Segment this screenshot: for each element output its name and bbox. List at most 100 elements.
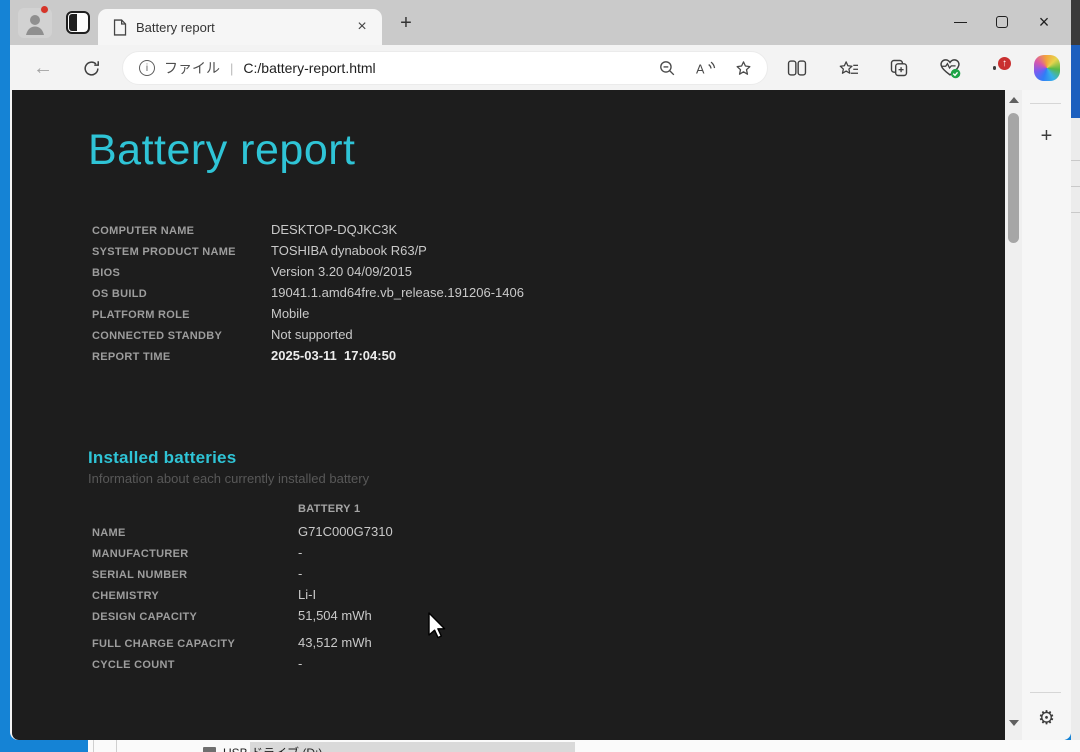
info-row: PLATFORM ROLE Mobile bbox=[92, 306, 309, 321]
divider bbox=[1071, 160, 1080, 161]
explorer-item-label: USB ドライブ (D:) bbox=[223, 744, 322, 752]
window-controls: × bbox=[939, 6, 1065, 38]
info-row: COMPUTER NAME DESKTOP-DQJKC3K bbox=[92, 222, 397, 237]
info-row: OS BUILD 19041.1.amd64fre.vb_release.191… bbox=[92, 285, 524, 300]
divider bbox=[93, 740, 94, 752]
battery-row: FULL CHARGE CAPACITY 43,512 mWh bbox=[92, 635, 372, 650]
battery-label: SERIAL NUMBER bbox=[92, 569, 188, 581]
battery-value: G71C000G7310 bbox=[298, 524, 393, 539]
battery-label: CHEMISTRY bbox=[92, 590, 160, 602]
info-label: OS BUILD bbox=[92, 288, 147, 300]
battery-value: 43,512 mWh bbox=[298, 635, 372, 650]
update-badge: ↑ bbox=[996, 55, 1013, 72]
explorer-item[interactable]: USB ドライブ (D:) bbox=[203, 744, 322, 752]
zoom-out-icon bbox=[659, 60, 674, 75]
divider bbox=[1030, 103, 1061, 104]
info-label: CONNECTED STANDBY bbox=[92, 330, 223, 342]
address-separator: | bbox=[230, 60, 234, 76]
plus-icon: + bbox=[1040, 124, 1053, 147]
browser-window: Battery report × + × ← i ファイル | C:/batte… bbox=[10, 0, 1071, 740]
zoom-out-button[interactable] bbox=[655, 56, 679, 80]
divider bbox=[116, 740, 117, 752]
copilot-button[interactable] bbox=[1032, 53, 1062, 83]
document-icon bbox=[113, 18, 127, 36]
battery-label: FULL CHARGE CAPACITY bbox=[92, 638, 236, 650]
battery-value: Li-I bbox=[298, 587, 317, 602]
scrollbar-thumb[interactable] bbox=[1008, 113, 1019, 243]
address-url[interactable]: C:/battery-report.html bbox=[243, 60, 655, 76]
browser-essentials-button[interactable] bbox=[935, 53, 965, 83]
info-label: PLATFORM ROLE bbox=[92, 309, 190, 321]
battery-row: NAME G71C000G7310 bbox=[92, 524, 393, 539]
content-area: Battery report COMPUTER NAME DESKTOP-DQJ… bbox=[10, 90, 1071, 740]
favorites-button[interactable] bbox=[833, 53, 863, 83]
star-icon bbox=[736, 60, 750, 75]
divider bbox=[1071, 186, 1080, 187]
info-value: Not supported bbox=[271, 327, 353, 342]
battery-value: - bbox=[298, 545, 303, 560]
info-label: REPORT TIME bbox=[92, 351, 171, 363]
maximize-button[interactable] bbox=[981, 6, 1023, 38]
battery-label: DESIGN CAPACITY bbox=[92, 611, 198, 623]
read-aloud-icon: A bbox=[696, 61, 715, 76]
info-value: TOSHIBA dynabook R63/P bbox=[271, 243, 427, 258]
page-title: Battery report bbox=[88, 126, 356, 174]
favorite-star-button[interactable] bbox=[731, 56, 755, 80]
mouse-cursor bbox=[428, 612, 446, 639]
minimize-icon bbox=[953, 21, 967, 23]
copilot-icon bbox=[1034, 55, 1060, 81]
battery-value: - bbox=[298, 656, 303, 671]
battery-label: MANUFACTURER bbox=[92, 548, 189, 560]
info-value: 19041.1.amd64fre.vb_release.191206-1406 bbox=[271, 285, 524, 300]
battery-column-header: BATTERY 1 bbox=[298, 503, 361, 515]
battery-label: CYCLE COUNT bbox=[92, 659, 175, 671]
battery-label: NAME bbox=[92, 527, 126, 539]
green-check-badge bbox=[950, 68, 961, 79]
battery-value: - bbox=[298, 566, 303, 581]
battery-row: CYCLE COUNT - bbox=[92, 656, 302, 671]
minimize-button[interactable] bbox=[939, 6, 981, 38]
back-button[interactable]: ← bbox=[28, 53, 58, 83]
background-window-banner bbox=[1071, 45, 1080, 118]
tab-battery-report[interactable]: Battery report × bbox=[98, 9, 382, 45]
new-tab-button[interactable]: + bbox=[394, 11, 418, 35]
refresh-icon bbox=[83, 60, 99, 76]
background-window-body bbox=[1071, 118, 1080, 740]
info-label: COMPUTER NAME bbox=[92, 225, 195, 237]
desktop: USB ドライブ (D:) Battery re bbox=[0, 0, 1080, 752]
vertical-scrollbar[interactable] bbox=[1005, 90, 1022, 740]
background-window-right bbox=[1071, 0, 1080, 740]
toolbar: ← i ファイル | C:/battery-report.html A ↑ bbox=[10, 45, 1071, 90]
battery-row: CHEMISTRY Li-I bbox=[92, 587, 316, 602]
browser-essentials-icon bbox=[940, 59, 961, 79]
back-icon: ← bbox=[33, 56, 53, 79]
info-value: Mobile bbox=[271, 306, 310, 321]
close-button[interactable]: × bbox=[1023, 6, 1065, 38]
settings-menu-button[interactable]: ↑ bbox=[986, 53, 1016, 83]
info-value: Version 3.20 04/09/2015 bbox=[271, 264, 412, 279]
battery-row: DESIGN CAPACITY 51,504 mWh bbox=[92, 608, 372, 623]
read-aloud-button[interactable]: A bbox=[693, 56, 717, 80]
tab-actions-button[interactable] bbox=[66, 11, 90, 34]
section-heading: Installed batteries bbox=[88, 448, 237, 467]
battery-report-page: Battery report COMPUTER NAME DESKTOP-DQJ… bbox=[12, 90, 1005, 740]
gear-icon: ⚙ bbox=[1037, 707, 1056, 729]
info-row: REPORT TIME 2025-03-11 17:04:50 bbox=[92, 348, 396, 363]
sidebar-rail: + ⚙ bbox=[1022, 90, 1071, 740]
scroll-up-arrow-icon[interactable] bbox=[1008, 97, 1019, 103]
info-row: BIOS Version 3.20 04/09/2015 bbox=[92, 264, 412, 279]
split-screen-button[interactable] bbox=[782, 53, 812, 83]
collections-button[interactable] bbox=[884, 53, 914, 83]
maximize-icon bbox=[996, 16, 1008, 28]
section-subtitle: Information about each currently install… bbox=[88, 471, 370, 486]
sidebar-settings-button[interactable]: ⚙ bbox=[1033, 704, 1061, 732]
scroll-down-arrow-icon[interactable] bbox=[1008, 720, 1019, 726]
address-bar[interactable]: i ファイル | C:/battery-report.html A bbox=[122, 51, 768, 85]
tab-strip: Battery report × + × bbox=[10, 0, 1071, 45]
background-explorer-window: USB ドライブ (D:) bbox=[88, 740, 1080, 752]
sidebar-add-button[interactable]: + bbox=[1033, 122, 1061, 150]
tab-close-button[interactable]: × bbox=[352, 17, 372, 37]
page-info-icon[interactable]: i bbox=[139, 60, 155, 76]
refresh-button[interactable] bbox=[76, 53, 106, 83]
svg-text:A: A bbox=[696, 62, 705, 76]
